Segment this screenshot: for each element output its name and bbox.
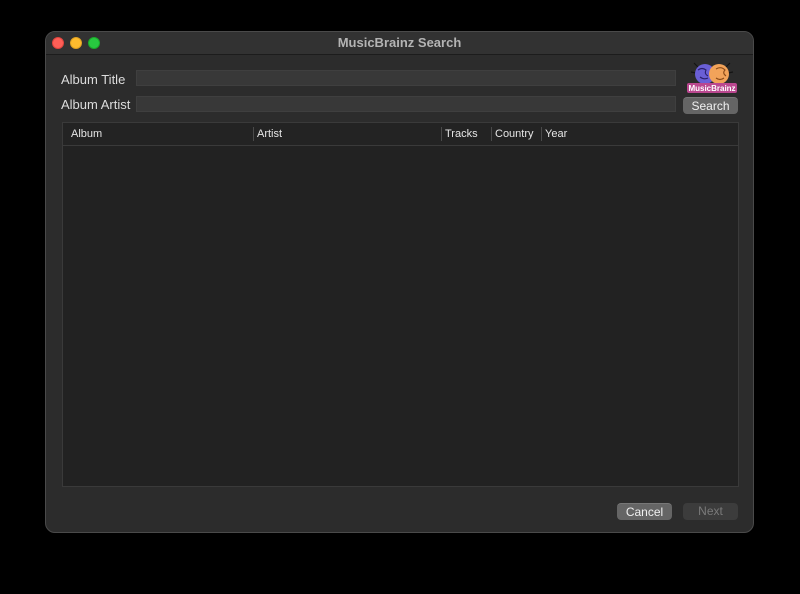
column-header-country[interactable]: Country <box>491 123 541 145</box>
album-title-label: Album Title <box>61 72 126 87</box>
title-bar: MusicBrainz Search <box>46 32 753 55</box>
column-header-year[interactable]: Year <box>541 123 739 145</box>
results-table[interactable]: Album Artist Tracks Country Year <box>62 122 739 487</box>
album-title-input[interactable] <box>136 70 676 86</box>
column-header-album[interactable]: Album <box>67 123 253 145</box>
column-header-artist[interactable]: Artist <box>253 123 441 145</box>
search-button[interactable]: Search <box>683 97 738 114</box>
table-header: Album Artist Tracks Country Year <box>63 123 738 146</box>
musicbrainz-logo: MusicBrainz <box>687 62 737 93</box>
column-header-tracks[interactable]: Tracks <box>441 123 491 145</box>
musicbrainz-search-window: MusicBrainz Search Album Title Album Art… <box>45 31 754 533</box>
brain-icon <box>690 62 734 84</box>
album-artist-input[interactable] <box>136 96 676 112</box>
album-artist-label: Album Artist <box>61 97 131 112</box>
cancel-button[interactable]: Cancel <box>617 503 672 520</box>
next-button[interactable]: Next <box>683 503 738 520</box>
window-title: MusicBrainz Search <box>337 35 462 50</box>
logo-wordmark: MusicBrainz <box>688 84 735 93</box>
